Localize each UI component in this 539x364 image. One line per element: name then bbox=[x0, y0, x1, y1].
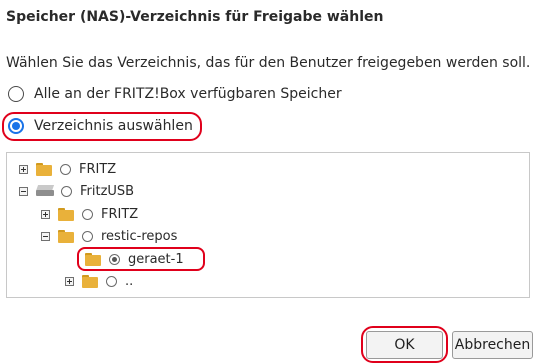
tree-node[interactable]: FRITZ bbox=[41, 204, 138, 224]
tree-node-label: FRITZ bbox=[79, 161, 117, 177]
tree-radio[interactable] bbox=[60, 163, 71, 175]
folder-icon bbox=[58, 229, 74, 243]
cancel-button[interactable]: Abbrechen bbox=[452, 331, 533, 359]
expand-icon[interactable] bbox=[65, 276, 74, 286]
option-label: Alle an der FRITZ!Box verfügbaren Speich… bbox=[34, 86, 342, 102]
tree-node[interactable]: restic-repos bbox=[41, 226, 177, 246]
option-label: Verzeichnis auswählen bbox=[34, 118, 193, 134]
option-all-storage[interactable]: Alle an der FRITZ!Box verfügbaren Speich… bbox=[8, 83, 342, 105]
folder-icon bbox=[36, 162, 52, 176]
tree-radio[interactable] bbox=[82, 230, 93, 242]
tree-node[interactable]: .. bbox=[65, 271, 133, 291]
tree-radio[interactable] bbox=[61, 185, 72, 197]
ok-button[interactable]: OK bbox=[366, 331, 443, 359]
expand-icon[interactable] bbox=[41, 209, 50, 219]
expand-icon[interactable] bbox=[19, 164, 28, 174]
tree-radio[interactable] bbox=[106, 275, 117, 287]
directory-tree[interactable]: FRITZ FritzUSB FRITZ restic-repos geraet… bbox=[6, 152, 530, 298]
folder-icon bbox=[85, 252, 101, 266]
collapse-icon[interactable] bbox=[41, 231, 50, 241]
tree-node-label: FritzUSB bbox=[80, 183, 135, 199]
collapse-icon[interactable] bbox=[19, 186, 28, 196]
tree-node-label: .. bbox=[125, 273, 134, 289]
dialog-title: Speicher (NAS)-Verzeichnis für Freigabe … bbox=[6, 9, 384, 25]
dialog-description: Wählen Sie das Verzeichnis, das für den … bbox=[6, 55, 531, 71]
tree-node[interactable]: FritzUSB bbox=[19, 181, 134, 201]
tree-radio-selected[interactable] bbox=[109, 253, 120, 265]
option-select-directory[interactable]: Verzeichnis auswählen bbox=[8, 115, 193, 137]
tree-node[interactable]: FRITZ bbox=[19, 159, 116, 179]
radio-button[interactable] bbox=[8, 86, 24, 102]
drive-icon bbox=[35, 185, 55, 197]
tree-radio[interactable] bbox=[82, 208, 93, 220]
tree-node-label: geraet-1 bbox=[128, 251, 184, 267]
tree-node-label: FRITZ bbox=[101, 206, 139, 222]
tree-node-label: restic-repos bbox=[101, 228, 178, 244]
folder-icon bbox=[82, 274, 98, 288]
radio-button-selected[interactable] bbox=[8, 118, 24, 134]
tree-node-selected[interactable]: geraet-1 bbox=[85, 249, 184, 269]
folder-icon bbox=[58, 207, 74, 221]
